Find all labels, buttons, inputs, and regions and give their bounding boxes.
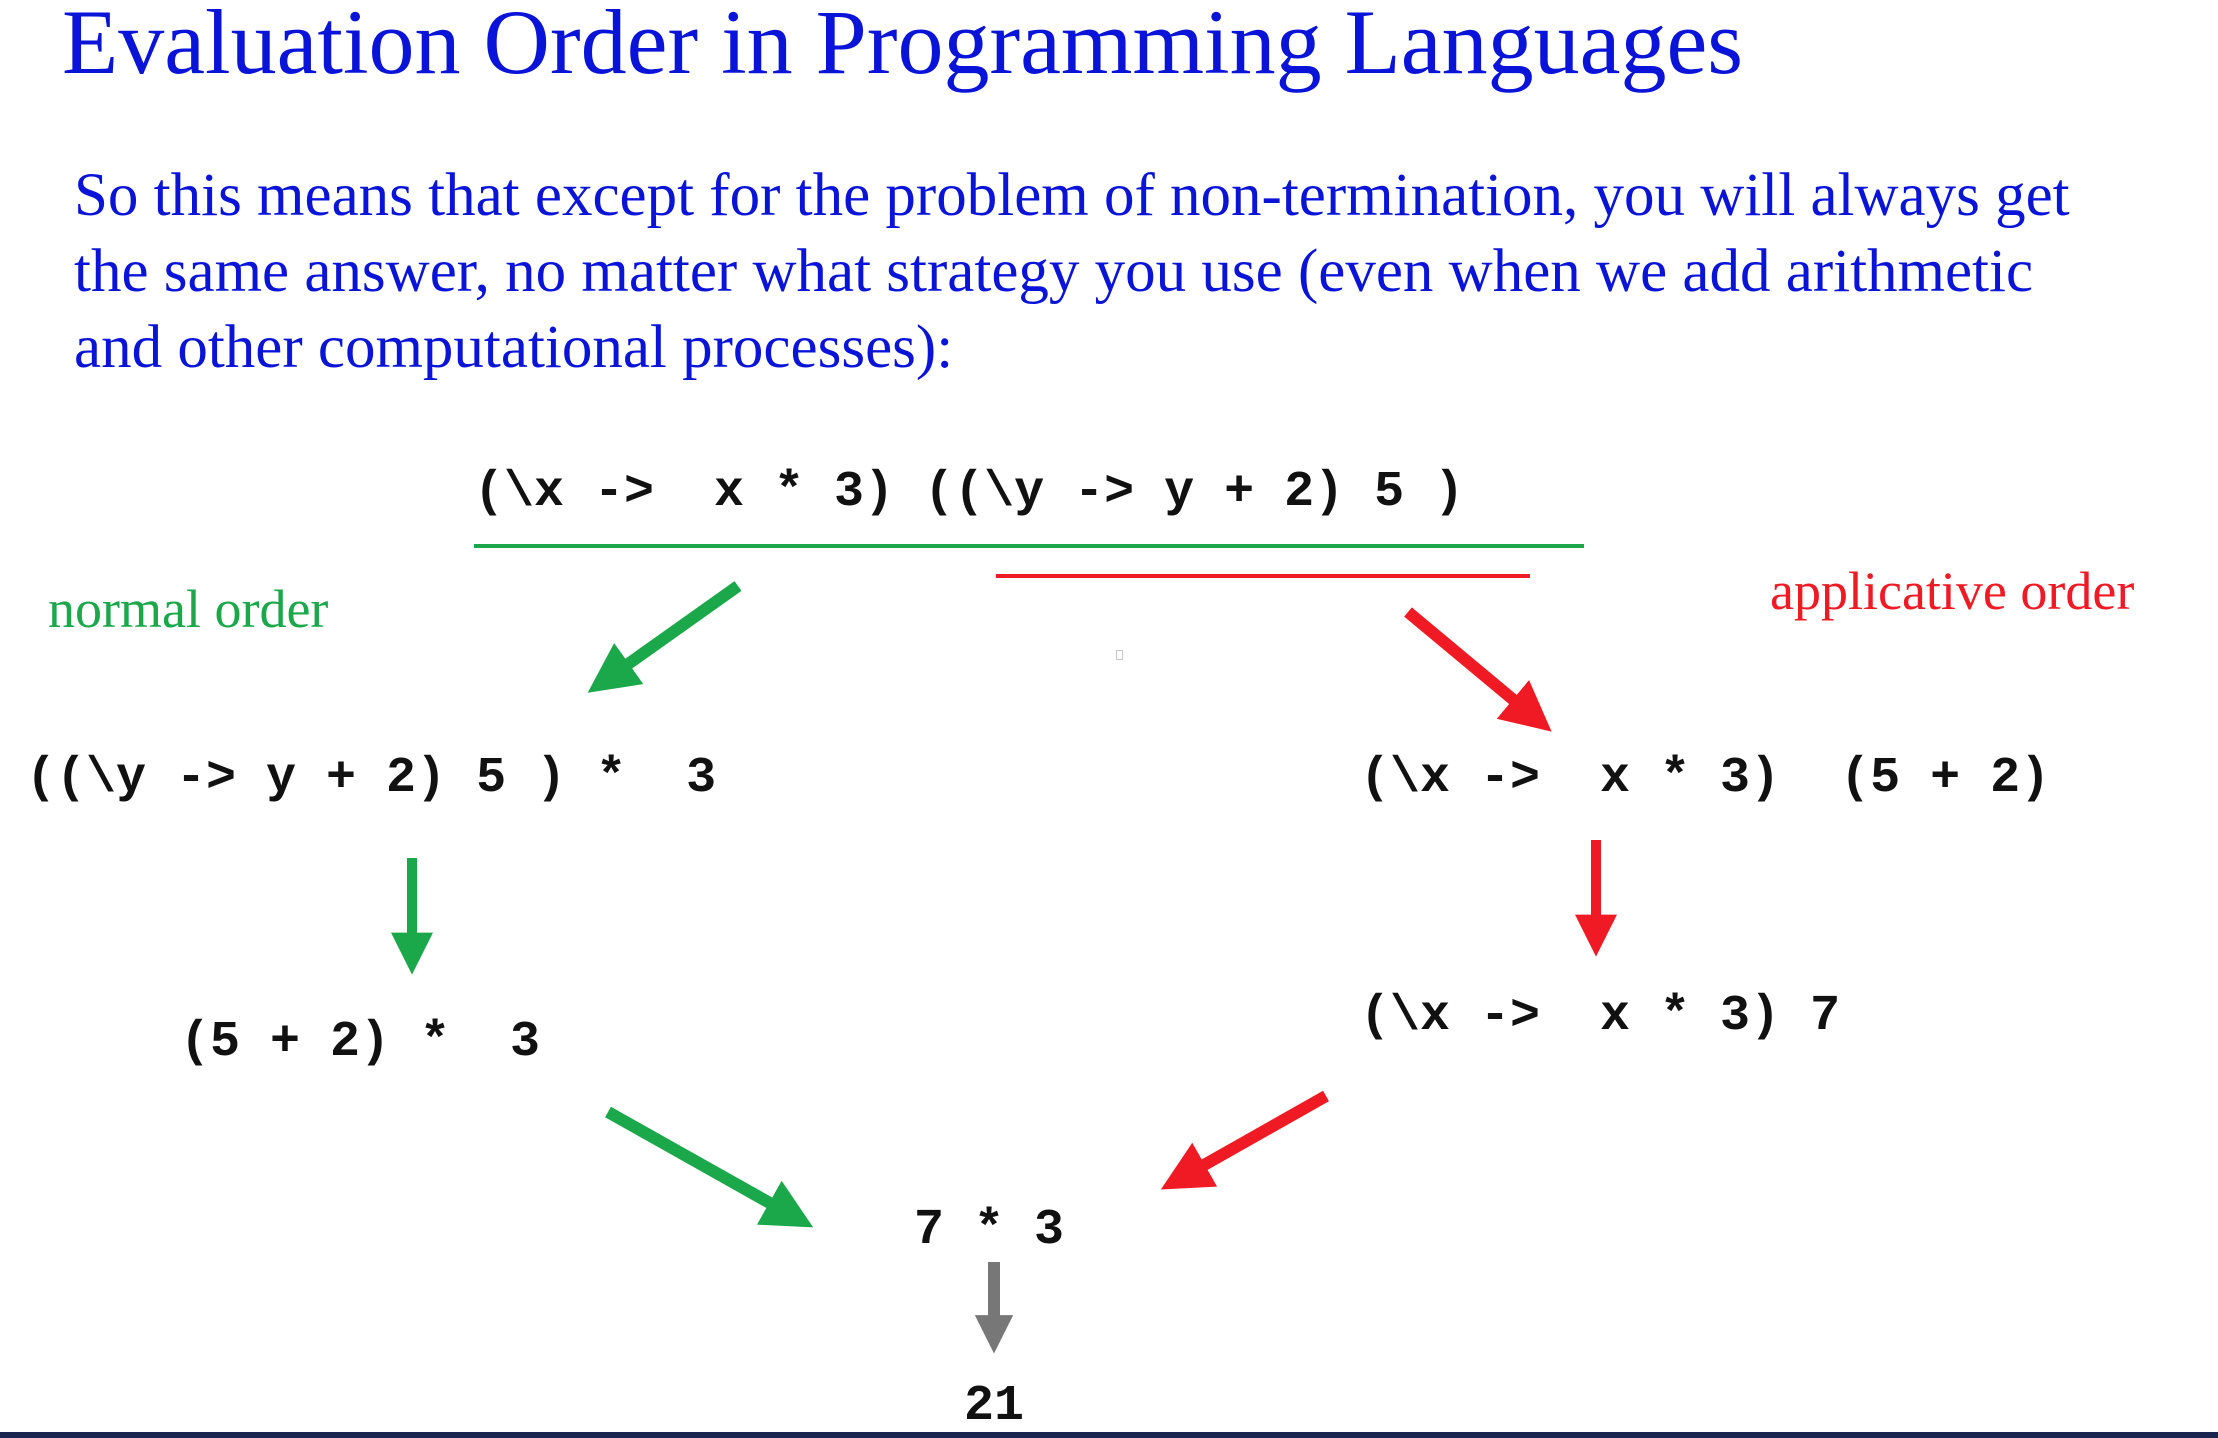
start-expression: (\x -> x * 3) ((\y -> y + 2) 5 ) [474,464,1465,521]
converged-expression: 7 * 3 [914,1202,1065,1259]
normal-arrow-3 [605,1106,814,1228]
stray-mark [1116,650,1123,660]
normal-order-label: normal order [48,579,329,639]
evaluation-diagram [391,544,1617,1354]
result-value: 21 [964,1378,1025,1435]
normal-step2-expression: (5 + 2) * 3 [180,1014,541,1071]
normal-arrow-1 [587,581,742,693]
applicative-arrow-3 [1160,1090,1329,1190]
applicative-step2-expression: (\x -> x * 3) 7 [1360,988,1841,1045]
applicative-step1-expression: (\x -> x * 3) (5 + 2) [1360,750,2051,807]
normal-step1-expression: ((\y -> y + 2) 5 ) * 3 [26,750,717,807]
slide: Evaluation Order in Programming Language… [0,0,2218,1438]
applicative-arrow-1 [1404,607,1552,732]
applicative-order-label: applicative order [1770,561,2135,621]
bottom-window-bar [0,1432,2218,1438]
